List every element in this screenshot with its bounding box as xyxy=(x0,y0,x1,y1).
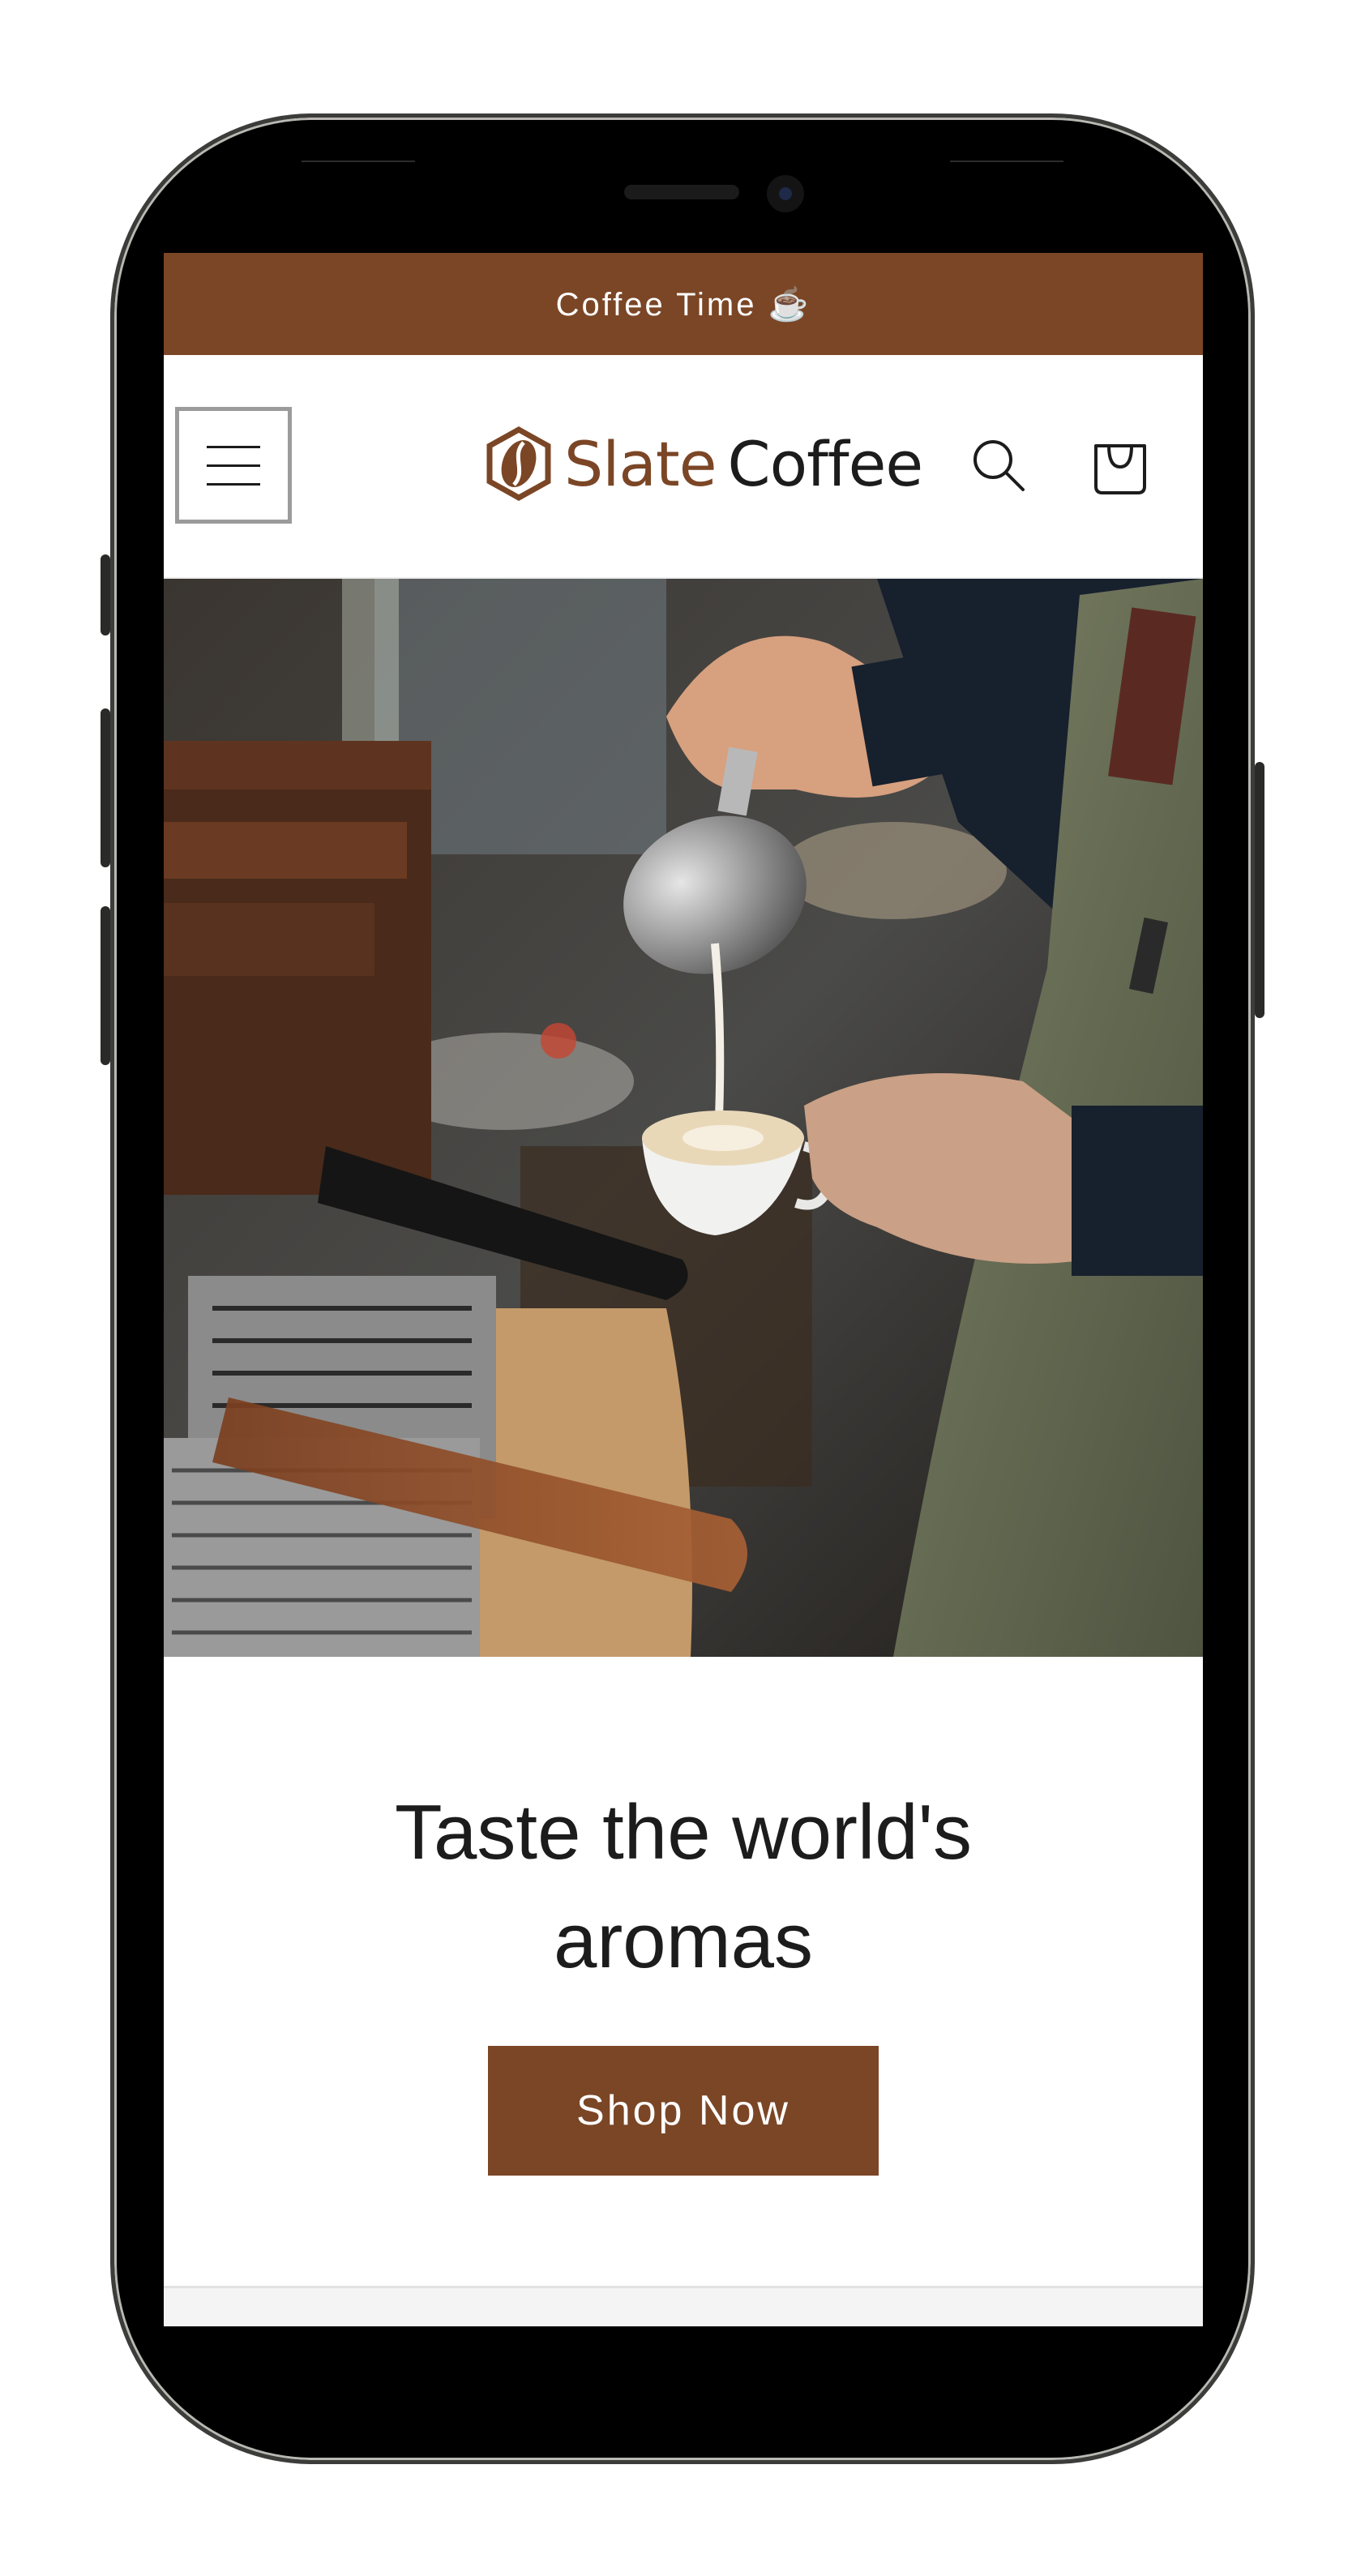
barista-pouring-latte-photo xyxy=(164,579,1203,1657)
shop-now-button[interactable]: Shop Now xyxy=(488,2046,879,2176)
mute-switch xyxy=(101,554,110,635)
hero-content: Taste the world's aromas Shop Now xyxy=(164,1657,1203,2286)
phone-screen: Coffee Time ☕ Slate Coffee Taste the wor… xyxy=(164,253,1203,2326)
shopping-bag-icon xyxy=(1094,444,1146,494)
site-logo[interactable]: Slate Coffee xyxy=(485,423,924,504)
volume-down-button xyxy=(101,906,110,1065)
search-icon xyxy=(973,440,1025,491)
next-section-peek xyxy=(164,2286,1203,2326)
hamburger-menu-icon xyxy=(207,445,260,448)
power-button xyxy=(1255,762,1264,1018)
brand-name-part1: Slate xyxy=(564,427,717,500)
earpiece-speaker xyxy=(624,185,739,199)
bezel-glint-right xyxy=(950,160,1063,162)
volume-up-button xyxy=(101,708,110,867)
site-header: Slate Coffee xyxy=(164,355,1203,579)
announcement-bar: Coffee Time ☕ xyxy=(164,253,1203,355)
brand-name-part2: Coffee xyxy=(727,427,924,500)
bezel-glint-left xyxy=(302,160,415,162)
menu-button[interactable] xyxy=(175,407,292,524)
hamburger-menu-icon-line xyxy=(207,482,260,486)
hero-image xyxy=(164,579,1203,1657)
cart-button[interactable] xyxy=(1081,426,1159,504)
announcement-text: Coffee Time ☕ xyxy=(555,286,811,323)
front-camera xyxy=(767,175,804,212)
search-button[interactable] xyxy=(960,426,1038,504)
coffee-bean-logo-icon xyxy=(486,426,551,501)
hero-headline: Taste the world's aromas xyxy=(395,1789,972,1984)
hamburger-menu-icon-line xyxy=(207,464,260,467)
